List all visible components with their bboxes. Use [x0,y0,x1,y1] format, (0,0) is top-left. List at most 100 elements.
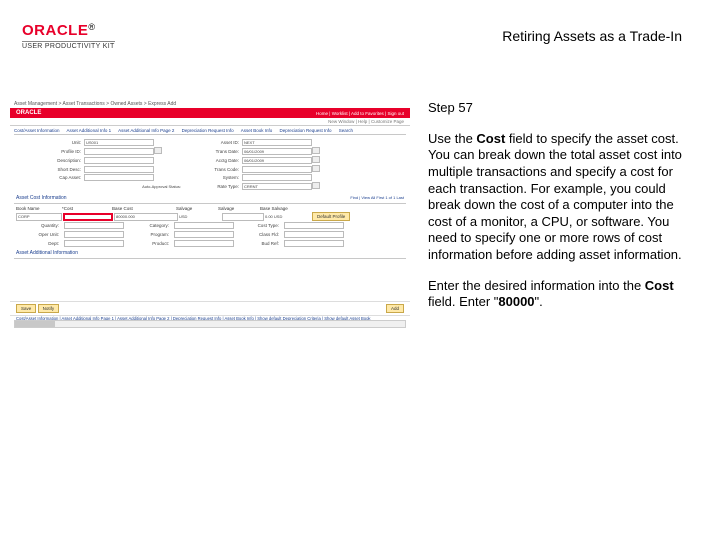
p1-text-c: field to specify the asset cost. You can… [428,131,682,262]
salvage2-cell: 0.00 USD [265,214,311,219]
divider [14,203,406,204]
capasset-field [84,174,154,181]
costtype-field [284,222,344,229]
subnav-bar: New Window | Help | Customize Page [10,118,410,126]
addl-section-title: Asset Additional Information [10,248,410,257]
short-label: Short Desc: [20,167,84,172]
p1-text-a: Use the [428,131,476,146]
transdate-field: 06/01/2009 [242,148,312,155]
step-label: Step 57 [428,100,690,117]
instruction-column: Step 57 Use the Cost field to specify th… [428,100,690,332]
section-title: Asset Cost Information [16,193,73,202]
tab-addl1: Asset Additional Info 1 [67,128,112,133]
transcode-field [242,166,312,173]
tab-row: Cost/Asset Information Asset Additional … [10,126,410,133]
dept-field [64,240,124,247]
profile-label: Profile ID: [20,149,84,154]
add-button: Add [386,304,404,313]
col-salvage2: Salvage [218,205,260,212]
book-cell: CORP [16,213,62,221]
breadcrumb: Asset Management > Asset Transactions > … [14,101,176,107]
p2-text-e: ". [535,294,543,309]
acctdate-field: 06/01/2009 [242,157,312,164]
short-field [84,166,154,173]
lookup-icon [312,182,320,189]
col-basesalvage: Base Salvage [260,205,306,212]
basecost-cell: 80000.000 [114,213,178,221]
assetid-label: Asset ID: [184,140,242,145]
profile-field [84,148,154,155]
tab-depr2: Depreciation Request Info [280,128,332,133]
brand-row: ORACLE® [22,22,115,40]
p2-text-c: field. Enter " [428,294,498,309]
form-grid: Unit: US001 Asset ID: NEXT Profile ID: T… [10,136,410,193]
calendar-icon [312,156,320,163]
p2-text-a: Enter the desired information into the [428,278,645,293]
prod-label: Product: [126,241,172,246]
oper-label: Oper Unit: [16,232,62,237]
chartfield-row-2: Oper Unit: Program: Class Fld: [10,230,410,239]
autoapp-label: Auto-Approval Status: [84,184,184,189]
ratetype-field: CRRNT [242,183,312,190]
tab-cost: Cost/Asset Information [14,128,60,133]
logo-block: ORACLE® USER PRODUCTIVITY KIT [22,22,115,50]
prog-label: Program: [126,232,172,237]
bud-field [284,240,344,247]
unit-field: US001 [84,139,154,146]
bud-label: Bud Ref: [236,241,282,246]
col-basecost: Base Cost [112,205,176,212]
tab-addl2: Asset Additional Info Page 2 [118,128,174,133]
action-bar: Save Notify Add [10,301,410,316]
cost-row: CORP 80000.000 USD 0.00 USD Default Prof… [10,212,410,221]
default-profile-button: Default Profile [312,212,350,221]
desc-label: Description: [20,158,84,163]
instruction-paragraph-1: Use the Cost field to specify the asset … [428,131,690,264]
class-label: Class Fld: [236,232,282,237]
class-field [284,231,344,238]
grid-nav: Find | View All First 1 of 1 Last [350,195,404,200]
calendar-icon [312,147,320,154]
lookup-icon [312,165,320,172]
divider [14,258,406,259]
col-cost: *Cost [62,205,112,212]
transdate-label: Trans Date: [184,149,242,154]
horizontal-scrollbar[interactable] [14,320,406,328]
chartfield-row-1: Quantity: Category: Cost Type: [10,221,410,230]
assetid-field: NEXT [242,139,312,146]
divider [14,134,406,135]
col-book: Book Name [16,205,62,212]
scrollbar-thumb[interactable] [15,321,55,327]
app-banner: ORACLE Home | Worklist | Add to Favorite… [10,108,410,118]
dept-label: Dept: [16,241,62,246]
system-label: System: [184,175,242,180]
system-field [242,174,312,181]
registered-mark: ® [88,22,95,32]
save-button: Save [16,304,36,313]
breadcrumb-bar: Asset Management > Asset Transactions > … [10,100,410,108]
document-title: Retiring Assets as a Trade-In [502,22,682,44]
ratetype-label: Rate Type: [184,184,242,189]
brand-subtitle: USER PRODUCTIVITY KIT [22,41,115,50]
prog-field [174,231,234,238]
currency-cell: USD [179,214,221,219]
cat-field [174,222,234,229]
tab-search: Search [339,128,353,133]
instruction-paragraph-2: Enter the desired information into the C… [428,278,690,311]
costtype-label: Cost Type: [236,223,282,228]
salvage-cell [222,213,264,221]
desc-field [84,157,154,164]
lookup-icon [154,147,162,154]
p1-cost-word: Cost [476,131,505,146]
banner-nav: Home | Worklist | Add to Favorites | Sig… [316,111,404,116]
p2-value: 80000 [498,294,534,309]
brand-text: ORACLE [22,22,88,39]
cost-field-highlighted[interactable] [63,213,113,221]
unit-label: Unit: [20,140,84,145]
main-content: Asset Management > Asset Transactions > … [0,56,720,332]
prod-field [174,240,234,247]
app-screenshot: Asset Management > Asset Transactions > … [10,100,410,332]
acctdate-label: Acctg Date: [184,158,242,163]
tab-depr: Depreciation Request Info [182,128,234,133]
oper-field [64,231,124,238]
page-header: ORACLE® USER PRODUCTIVITY KIT Retiring A… [0,0,720,56]
